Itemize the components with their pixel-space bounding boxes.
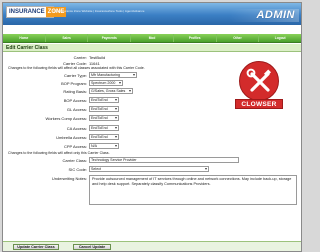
- header: INSURANCE ZONE Your Insurance Zone Websit…: [3, 3, 301, 25]
- bop-program-select[interactable]: Spectrum 2000: [89, 80, 123, 86]
- logo-text-left: INSURANCE: [9, 9, 45, 15]
- cancel-update-button[interactable]: Cancel Update: [73, 244, 111, 250]
- sic-code-select[interactable]: Select: [89, 166, 209, 172]
- bop-access-select[interactable]: EndToEnd: [89, 97, 119, 103]
- header-tagline: Your Insurance Zone Website | InsuranceZ…: [53, 9, 145, 13]
- carrier-class-input[interactable]: Technology Service Provider: [89, 157, 239, 163]
- rating-basis-select[interactable]: G/Sales, Gross Sales: [89, 88, 133, 94]
- umbrella-access-row: Umbrella Access: EndToEnd: [3, 134, 301, 141]
- note-all-classes: Changes to the following fields will aff…: [8, 66, 145, 70]
- carrier-type-select[interactable]: Mfr Manufacturing: [89, 72, 137, 78]
- underwriting-notes-textarea[interactable]: Provide outsourced management of IT serv…: [89, 175, 297, 205]
- note-this-class: Changes to the following fields will aff…: [8, 151, 110, 155]
- cpp-access-row: CPP Access: N/A: [3, 143, 301, 150]
- bop-program-label: BOP Program:: [61, 81, 87, 86]
- nav-item-payments[interactable]: Payments: [88, 34, 132, 42]
- wrench-screwdriver-icon: [246, 68, 272, 92]
- logo[interactable]: INSURANCE ZONE: [6, 6, 67, 18]
- wc-access-label: Workers Comp Access:: [45, 116, 88, 121]
- nav-item-mod[interactable]: Mod: [131, 34, 174, 42]
- nav-item-profiles[interactable]: Profiles: [174, 34, 217, 42]
- ca-access-label: CA Access:: [66, 126, 87, 131]
- ca-access-row: CA Access: EndToEnd: [3, 125, 301, 132]
- umbrella-access-select[interactable]: EndToEnd: [89, 134, 119, 140]
- cpp-access-label: CPP Access:: [63, 144, 87, 149]
- clowser-badge: CLOWSER: [235, 61, 283, 113]
- gl-access-select[interactable]: EndToEnd: [89, 106, 119, 112]
- umbrella-access-label: Umbrella Access:: [56, 135, 87, 140]
- wc-access-select[interactable]: EndToEnd: [89, 115, 119, 121]
- admin-label: ADMIN: [256, 9, 295, 21]
- rating-basis-label: Rating Basis:: [63, 89, 87, 94]
- carrier-class-label: Carrier Class:: [62, 158, 87, 163]
- sic-code-row: SIC Code: Select: [3, 166, 301, 173]
- cpp-access-select[interactable]: N/A: [89, 143, 119, 149]
- gl-access-label: GL Access:: [66, 107, 87, 112]
- badge-circle: [239, 61, 279, 101]
- badge-label: CLOWSER: [235, 99, 283, 109]
- footer-bar: Update Carrier Class Cancel Update: [3, 241, 301, 251]
- carrier-type-label: Carrier Type:: [63, 73, 87, 78]
- admin-banner: ADMIN: [229, 9, 299, 22]
- page-title: Edit Carrier Class: [3, 44, 301, 52]
- window: INSURANCE ZONE Your Insurance Zone Websit…: [2, 2, 302, 252]
- nav-item-other[interactable]: Other: [217, 34, 260, 42]
- underwriting-row: Underwriting Notes: Provide outsourced m…: [3, 175, 301, 205]
- main-nav: Home Sales Payments Mod Profiles Other L…: [3, 33, 301, 43]
- nav-item-logout[interactable]: Logout: [259, 34, 301, 42]
- bop-access-label: BOP Access:: [63, 98, 87, 103]
- underwriting-label: Underwriting Notes:: [51, 176, 87, 181]
- ca-access-select[interactable]: EndToEnd: [89, 125, 119, 131]
- nav-item-home[interactable]: Home: [3, 34, 46, 42]
- update-carrier-class-button[interactable]: Update Carrier Class: [13, 244, 59, 250]
- carrier-class-row: Carrier Class: Technology Service Provid…: [3, 157, 301, 164]
- wc-access-row: Workers Comp Access: EndToEnd: [3, 115, 301, 122]
- sic-code-label: SIC Code:: [68, 167, 87, 172]
- nav-item-sales[interactable]: Sales: [46, 34, 89, 42]
